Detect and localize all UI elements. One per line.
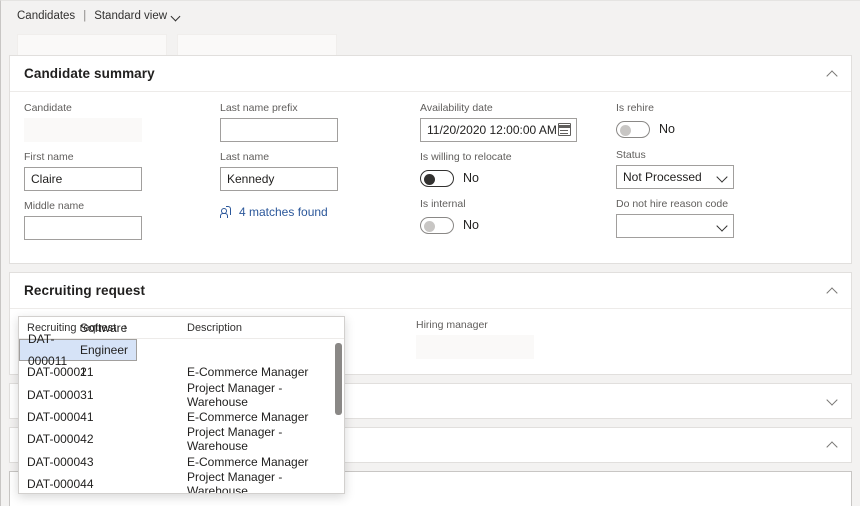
candidate-input (24, 118, 142, 142)
dropdown-row-id: DAT-000044 (27, 477, 187, 491)
view-selector-label: Standard view (94, 10, 167, 22)
middle-name-label: Middle name (24, 200, 220, 213)
section-candidate-summary: Candidate summary Candidate First name C… (9, 55, 852, 264)
dropdown-scrollbar[interactable] (335, 341, 342, 493)
dropdown-row-id: DAT-000042 (27, 432, 187, 446)
field-candidate: Candidate (24, 102, 220, 142)
chevron-down-icon[interactable] (827, 395, 839, 407)
candidate-summary-header[interactable]: Candidate summary (10, 56, 851, 92)
is-internal-value: No (463, 218, 479, 232)
matches-found-link[interactable]: 4 matches found (220, 205, 420, 219)
field-availability-date: Availability date 11/20/2020 12:00:00 AM (420, 102, 616, 142)
is-rehire-value: No (659, 122, 675, 136)
field-is-internal: Is internal No (420, 198, 616, 236)
field-is-rehire: Is rehire No (616, 102, 816, 140)
dropdown-row-description: E-Commerce Manager (187, 455, 336, 469)
candidate-summary-column-3: Availability date 11/20/2020 12:00:00 AM… (420, 102, 616, 249)
dropdown-row-description: E-Commerce Manager (187, 365, 336, 379)
first-name-input[interactable]: Claire (24, 167, 142, 191)
is-willing-to-relocate-value: No (463, 171, 479, 185)
calendar-icon[interactable] (558, 123, 571, 136)
is-rehire-toggle[interactable] (616, 121, 650, 138)
chevron-up-icon[interactable] (827, 285, 839, 297)
last-name-input[interactable]: Kennedy (220, 167, 338, 191)
chevron-down-icon[interactable] (718, 173, 727, 182)
view-selector[interactable]: Standard view (94, 10, 181, 22)
dropdown-row-description: Project Manager - Warehouse (187, 425, 336, 453)
candidate-label: Candidate (24, 102, 220, 115)
dropdown-row-description: Project Manager - Warehouse (187, 470, 336, 494)
availability-date-input[interactable]: 11/20/2020 12:00:00 AM (420, 118, 577, 142)
recruiting-request-dropdown[interactable]: Recruiting request ↑ Description DAT-000… (18, 316, 345, 494)
first-name-label: First name (24, 151, 220, 164)
top-command-bar: Candidates | Standard view (1, 1, 860, 55)
status-label: Status (616, 149, 816, 162)
breadcrumb: Candidates | Standard view (17, 7, 860, 25)
hiring-manager-input (416, 335, 534, 359)
hiring-manager-label: Hiring manager (416, 319, 612, 332)
recruiting-request-column-3: Hiring manager (416, 319, 612, 360)
field-first-name: First name Claire (24, 151, 220, 191)
breadcrumb-separator: | (83, 10, 86, 22)
chevron-up-icon[interactable] (827, 439, 839, 451)
recruiting-request-title: Recruiting request (24, 283, 145, 298)
candidate-summary-title: Candidate summary (24, 66, 155, 81)
field-is-willing-to-relocate: Is willing to relocate No (420, 151, 616, 189)
is-rehire-label: Is rehire (616, 102, 816, 115)
last-name-label: Last name (220, 151, 420, 164)
field-do-not-hire-reason-code: Do not hire reason code (616, 198, 816, 238)
matches-found-label: 4 matches found (239, 205, 328, 219)
dropdown-column-header-description[interactable]: Description (187, 322, 336, 334)
dropdown-row-id: DAT-000041 (27, 410, 187, 424)
availability-date-label: Availability date (420, 102, 616, 115)
dropdown-row[interactable]: DAT-000044Project Manager - Warehouse (19, 473, 344, 494)
dropdown-row-id: DAT-000043 (27, 455, 187, 469)
candidate-summary-column-1: Candidate First name Claire Middle name (24, 102, 220, 249)
is-willing-to-relocate-toggle[interactable] (420, 170, 454, 187)
dropdown-row-description: E-Commerce Manager (187, 410, 336, 424)
field-last-name-prefix: Last name prefix (220, 102, 420, 142)
middle-name-input[interactable] (24, 216, 142, 240)
candidate-summary-column-4: Is rehire No Status Not Processed Do not… (616, 102, 816, 249)
field-last-name: Last name Kennedy (220, 151, 420, 191)
dropdown-scrollbar-thumb[interactable] (335, 343, 342, 415)
last-name-prefix-input[interactable] (220, 118, 338, 142)
do-not-hire-label: Do not hire reason code (616, 198, 816, 211)
field-status: Status Not Processed (616, 149, 816, 189)
candidate-summary-column-2: Last name prefix Last name Kennedy 4 mat… (220, 102, 420, 249)
field-middle-name: Middle name (24, 200, 220, 240)
is-internal-label: Is internal (420, 198, 616, 211)
recruiting-request-header[interactable]: Recruiting request (10, 273, 851, 309)
chevron-down-icon[interactable] (718, 222, 727, 231)
dropdown-row-description: Project Manager - Warehouse (187, 381, 336, 409)
dropdown-row-id: DAT-000021 (27, 365, 187, 379)
is-willing-to-relocate-label: Is willing to relocate (420, 151, 616, 164)
dropdown-row[interactable]: DAT-000031Project Manager - Warehouse (19, 384, 344, 406)
dropdown-row[interactable]: DAT-000011Software Engineer 1 (19, 339, 137, 361)
chevron-down-icon (172, 12, 181, 21)
breadcrumb-candidates[interactable]: Candidates (17, 10, 75, 22)
chevron-up-icon[interactable] (827, 68, 839, 80)
candidate-summary-body: Candidate First name Claire Middle name … (10, 92, 851, 263)
dropdown-row[interactable]: DAT-000042Project Manager - Warehouse (19, 428, 344, 450)
dropdown-row-list: DAT-000011Software Engineer 1DAT-000021E… (19, 339, 344, 494)
dropdown-row-id: DAT-000031 (27, 388, 187, 402)
last-name-prefix-label: Last name prefix (220, 102, 420, 115)
people-icon (220, 206, 232, 218)
application-window: Candidates | Standard view Candidate sum… (0, 0, 860, 506)
is-internal-toggle[interactable] (420, 217, 454, 234)
